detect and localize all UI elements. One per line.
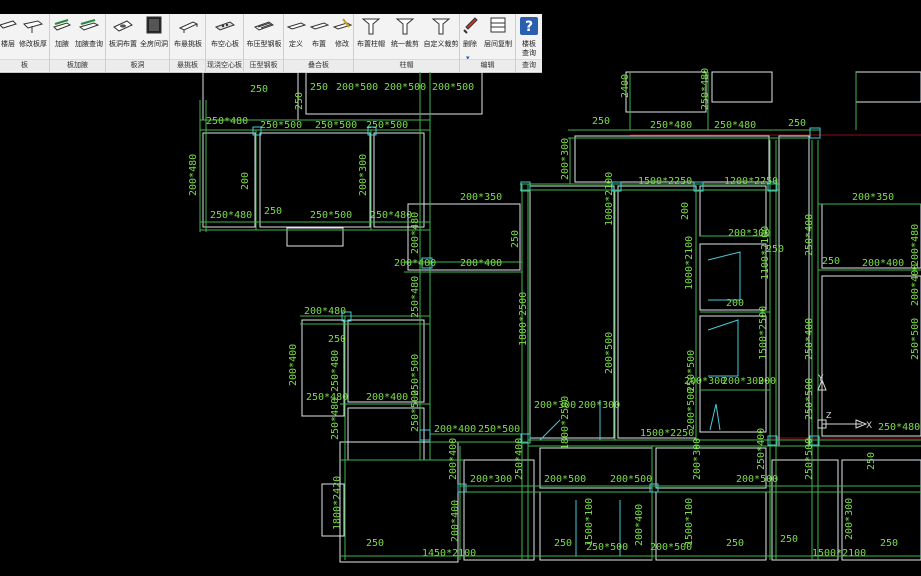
- dim-label: 1500*2250: [638, 176, 692, 187]
- dim-label: 250: [366, 538, 384, 549]
- dim-label: 200*400: [434, 424, 476, 435]
- dim-label: 1200*2250: [724, 176, 778, 187]
- dim-label: 250*480: [206, 116, 248, 127]
- dim-label: 200*480: [188, 154, 199, 196]
- dim-label: 250: [554, 538, 572, 549]
- dim-label: 200*400: [634, 504, 645, 546]
- dim-label: 1500*100: [684, 498, 695, 546]
- dim-label: 200*500: [604, 332, 615, 374]
- dim-label: 200*400: [288, 344, 299, 386]
- dim-label: 200*400: [448, 438, 459, 480]
- dim-label: 200*500: [736, 474, 778, 485]
- dim-label: 200*500: [336, 82, 378, 93]
- dim-label: 200*500: [610, 474, 652, 485]
- dim-label: 200*300: [470, 474, 512, 485]
- dim-label: 200*400: [366, 392, 408, 403]
- dim-label: 250*480: [330, 398, 341, 440]
- dim-label: 200*300: [578, 400, 620, 411]
- dim-label: 250: [788, 118, 806, 129]
- ucs-y-label: Y: [817, 374, 824, 384]
- dim-label: 200*400: [862, 258, 904, 269]
- dim-label: 200*480: [910, 224, 921, 266]
- dim-label: 250*500: [910, 318, 921, 360]
- dim-label: 250: [822, 256, 840, 267]
- dim-label: 250*500: [410, 354, 421, 396]
- dim-label: 200*350: [852, 192, 894, 203]
- dim-label: 200: [240, 172, 251, 190]
- dim-label: 200: [758, 376, 776, 387]
- dim-label: 250: [726, 538, 744, 549]
- dim-label: 200*480: [304, 306, 346, 317]
- dim-label: 250: [866, 452, 877, 470]
- dim-label: 250*400: [756, 428, 767, 470]
- dim-label: 250*500: [478, 424, 520, 435]
- ucs-z-label: Z: [826, 411, 832, 420]
- dim-label: 250*500: [315, 120, 357, 131]
- dim-label: 1500*100: [584, 498, 595, 546]
- dim-label: 2400: [620, 74, 631, 98]
- dim-label: 200*400: [394, 258, 436, 269]
- cad-workspace: 楼层 修改板厚 板 加腋 加腋查询 板加腋 板洞布置 全房间洞 板洞 布悬挑板 …: [0, 0, 921, 576]
- dim-label: 250: [328, 334, 346, 345]
- ucs-x-label: X: [866, 421, 872, 431]
- dim-label: 250: [766, 244, 784, 255]
- dim-label: 200*500: [432, 82, 474, 93]
- dim-label: 250: [510, 230, 521, 248]
- dim-label: 250: [294, 92, 305, 110]
- dim-label: 250: [310, 82, 328, 93]
- dim-label: 250*400: [804, 214, 815, 256]
- dim-label: 250*500: [310, 210, 352, 221]
- cad-drawing-canvas[interactable]: Y X Z 200*500 200*500 200*500 250 250 25…: [0, 0, 921, 576]
- ucs-axis-icon: Y X Z: [817, 374, 872, 431]
- dim-label: 200*350: [460, 192, 502, 203]
- dim-label: 250*480: [330, 350, 341, 392]
- dim-label: 250: [880, 538, 898, 549]
- dim-label: 200: [726, 298, 744, 309]
- dim-label: 200: [680, 202, 691, 220]
- dim-label: 250*500: [804, 438, 815, 480]
- dim-label: 250*500: [586, 542, 628, 553]
- dim-label: 250*480: [306, 392, 348, 403]
- dim-label: 250*480: [370, 210, 412, 221]
- dim-label: 1800*2500: [560, 396, 571, 450]
- dim-label: 1800*2420: [332, 476, 343, 530]
- dim-label: 200*500: [384, 82, 426, 93]
- dim-label: 1500*2100: [812, 548, 866, 559]
- dim-label: 250*400: [514, 438, 525, 480]
- dim-label: 250*480: [650, 120, 692, 131]
- dim-label: 200*500: [650, 542, 692, 553]
- dim-label: 200*300: [692, 438, 703, 480]
- dim-label: 1800*2500: [518, 292, 529, 346]
- dim-label: 250: [264, 206, 282, 217]
- dim-label: 1500*2500: [758, 306, 769, 360]
- dim-label: 250: [780, 534, 798, 545]
- dim-label: 250*500: [410, 390, 421, 432]
- dim-label: 200*400: [460, 258, 502, 269]
- dim-label: 250*500: [366, 120, 408, 131]
- dim-label: 250: [592, 116, 610, 127]
- dim-label: 250*480: [700, 68, 711, 110]
- dim-label: 200*300: [358, 154, 369, 196]
- dim-label: 200*300: [844, 498, 855, 540]
- dim-label: 250*500: [686, 350, 697, 392]
- dim-label: 250*480: [878, 422, 920, 433]
- dim-label: 1450*2100: [422, 548, 476, 559]
- dimension-labels: 200*500 200*500 200*500 250 250 250*480 …: [188, 68, 921, 559]
- dim-label: 250*480: [410, 276, 421, 318]
- dim-label: 250: [250, 84, 268, 95]
- dim-label: 200*500: [686, 388, 697, 430]
- dim-label: 250*480: [714, 120, 756, 131]
- dim-label: 200*480: [410, 212, 421, 254]
- dim-label: 250*500: [260, 120, 302, 131]
- dim-label: 1000*2100: [684, 236, 695, 290]
- dim-label: 1000*2100: [604, 172, 615, 226]
- dim-label: 250*400: [804, 318, 815, 360]
- dim-label: 200*400: [910, 264, 921, 306]
- dim-label: 250*480: [210, 210, 252, 221]
- dim-label: 200*300: [560, 138, 571, 180]
- dim-label: 250*500: [804, 378, 815, 420]
- dim-label: 200*400: [450, 500, 461, 542]
- dim-label: 1500*2250: [640, 428, 694, 439]
- dim-label: 200*500: [544, 474, 586, 485]
